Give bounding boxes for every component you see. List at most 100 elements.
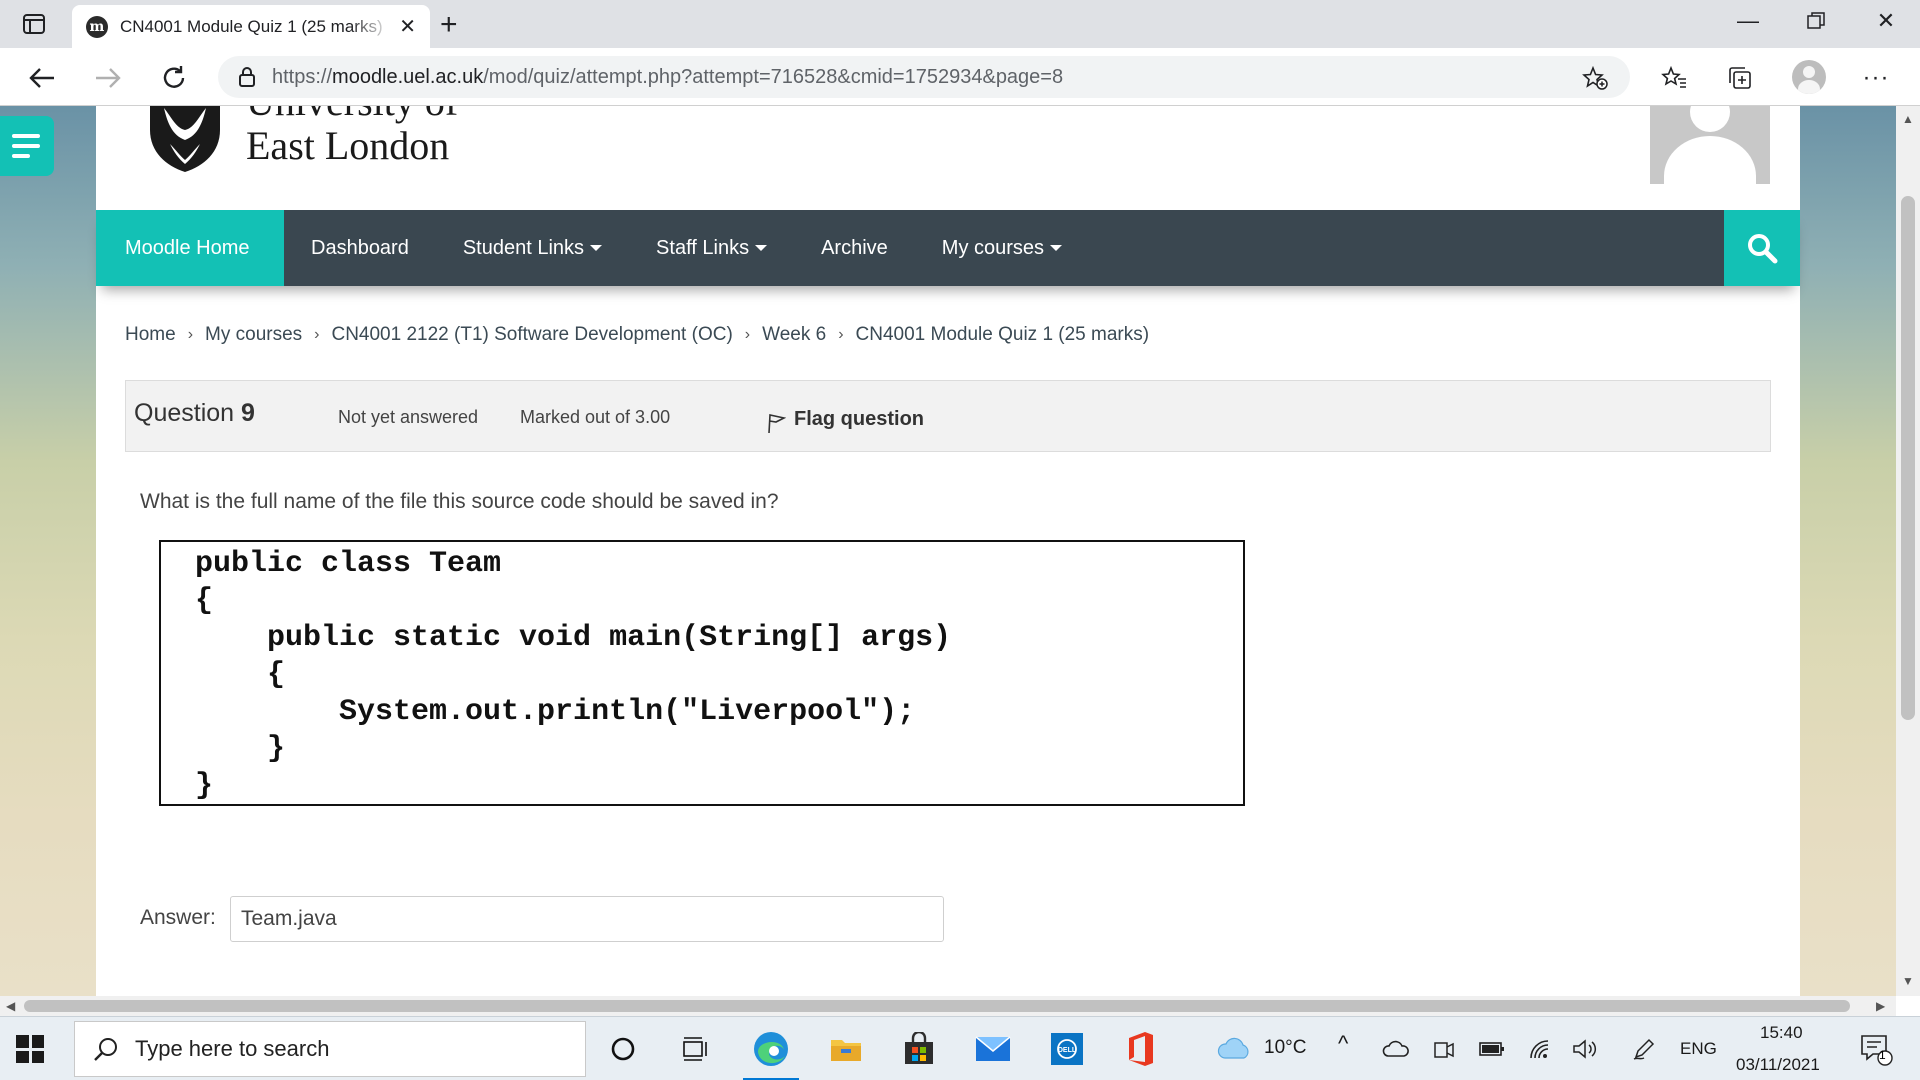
collections-icon[interactable] [1724, 62, 1756, 94]
mail-icon[interactable] [973, 1029, 1013, 1069]
code-line: } [195, 732, 286, 766]
browser-toolbar: https://moodle.uel.ac.uk/mod/quiz/attemp… [0, 48, 1920, 106]
url-path: /mod/quiz/attempt.php?attempt=716528&cmi… [483, 65, 1064, 88]
horizontal-scroll-thumb[interactable] [24, 1000, 1850, 1012]
lock-icon[interactable] [238, 66, 256, 88]
refresh-icon[interactable] [156, 60, 192, 96]
logo-line-2: East London [246, 123, 450, 168]
clock-date[interactable]: 03/11/2021 [1736, 1055, 1820, 1075]
nav-item-dashboard[interactable]: Dashboard [284, 210, 436, 286]
horizontal-scrollbar[interactable]: ◀ ▶ [0, 996, 1896, 1016]
office-icon[interactable] [1120, 1029, 1160, 1069]
browser-tab-bar: m CN4001 Module Quiz 1 (25 marks) ✕ + — … [0, 0, 1920, 48]
profile-avatar[interactable] [1792, 60, 1826, 94]
dell-app-icon[interactable]: DELL [1047, 1029, 1087, 1069]
pen-workspace-icon[interactable] [1624, 1029, 1664, 1069]
nav-label: Student Links [462, 236, 585, 259]
nav-item-student-links[interactable]: Student Links [436, 210, 629, 286]
forward-arrow-icon[interactable] [90, 60, 126, 96]
clock-time[interactable]: 15:40 [1760, 1023, 1803, 1043]
chevron-right-icon: › [744, 326, 751, 343]
caret-down-icon [590, 245, 603, 251]
menu-line-icon [12, 134, 40, 138]
flag-icon [768, 414, 786, 434]
volume-icon[interactable] [1566, 1029, 1606, 1069]
code-line: public class Team [195, 547, 502, 581]
onedrive-icon[interactable] [1376, 1029, 1416, 1069]
taskbar-search-placeholder: Type here to search [135, 1036, 330, 1061]
question-number-value: 9 [241, 399, 255, 427]
minimize-icon[interactable]: — [1728, 8, 1768, 34]
add-favorite-icon[interactable] [1582, 66, 1608, 90]
meet-now-icon[interactable] [1424, 1029, 1464, 1069]
nav-item-staff-links[interactable]: Staff Links [629, 210, 794, 286]
logo-text: University of East London [246, 106, 458, 168]
scroll-down-icon[interactable]: ▼ [1902, 974, 1914, 988]
nav-item-archive[interactable]: Archive [794, 210, 915, 286]
file-explorer-icon[interactable] [826, 1029, 866, 1069]
question-info-panel: Question 9 Not yet answered Marked out o… [125, 380, 1771, 452]
uel-logo[interactable]: University of East London [146, 106, 476, 176]
cortana-icon[interactable] [603, 1029, 643, 1069]
back-arrow-icon[interactable] [24, 60, 60, 96]
code-line: { [195, 658, 286, 692]
nav-label: Dashboard [311, 236, 409, 259]
taskbar-search-box[interactable]: Type here to search [74, 1021, 586, 1077]
breadcrumb-home[interactable]: Home [125, 324, 176, 346]
breadcrumb-quiz[interactable]: CN4001 Module Quiz 1 (25 marks) [856, 324, 1150, 346]
weather-cloud-icon[interactable] [1214, 1029, 1254, 1069]
language-indicator[interactable]: ENG [1680, 1039, 1717, 1059]
more-options-icon[interactable]: ··· [1860, 62, 1892, 94]
breadcrumb-my-courses[interactable]: My courses [205, 324, 302, 346]
notifications-icon[interactable]: 1 [1856, 1029, 1896, 1069]
tab-actions-button[interactable] [18, 10, 50, 38]
edge-browser-icon[interactable] [743, 1029, 799, 1080]
show-hidden-icons-chevron-icon[interactable]: ^ [1338, 1031, 1348, 1057]
caret-down-icon [1050, 245, 1063, 251]
vertical-scroll-thumb[interactable] [1901, 196, 1915, 720]
code-line: } [195, 769, 214, 803]
nav-label: Moodle Home [125, 236, 250, 259]
scroll-left-icon[interactable]: ◀ [6, 999, 15, 1013]
svg-text:DELL: DELL [1058, 1047, 1077, 1054]
flag-question-button[interactable]: Flag question [766, 404, 924, 434]
nav-label: My courses [941, 236, 1045, 259]
nav-item-moodle-home[interactable]: Moodle Home [96, 210, 284, 286]
wifi-icon[interactable] [1520, 1029, 1560, 1069]
address-bar[interactable]: https://moodle.uel.ac.uk/mod/quiz/attemp… [218, 56, 1630, 98]
restore-icon[interactable] [1796, 10, 1836, 36]
tab-close-icon[interactable]: ✕ [399, 14, 416, 39]
scroll-up-icon[interactable]: ▲ [1902, 112, 1914, 126]
code-line: System.out.println("Liverpool"); [195, 695, 916, 729]
nav-label: Staff Links [656, 236, 750, 259]
search-icon [1748, 234, 1778, 264]
breadcrumb-course[interactable]: CN4001 2122 (T1) Software Development (O… [331, 324, 732, 346]
windows-start-icon[interactable] [16, 1035, 44, 1063]
scroll-right-icon[interactable]: ▶ [1876, 999, 1885, 1013]
page-content: University of East London Moodle Home Da… [96, 106, 1800, 996]
weather-temperature[interactable]: 10°C [1264, 1037, 1306, 1059]
search-button[interactable] [1724, 210, 1800, 286]
site-header: University of East London [96, 106, 1800, 210]
question-state: Not yet answered [338, 407, 479, 427]
url-scheme: https:// [272, 65, 333, 88]
browser-tab-active[interactable]: m CN4001 Module Quiz 1 (25 marks) ✕ [72, 5, 430, 48]
vertical-scrollbar[interactable]: ▲ ▼ [1896, 106, 1920, 996]
drawer-toggle-button[interactable] [0, 116, 54, 176]
logo-line-1: University of [246, 106, 458, 124]
notification-count: 1 [1879, 1048, 1886, 1062]
nav-item-my-courses[interactable]: My courses [915, 210, 1089, 286]
menu-line-icon [12, 144, 40, 148]
answer-input[interactable] [230, 896, 944, 942]
close-window-icon[interactable]: ✕ [1866, 8, 1906, 34]
task-view-icon[interactable] [675, 1029, 715, 1069]
user-avatar[interactable] [1650, 106, 1770, 184]
battery-icon[interactable] [1472, 1029, 1512, 1069]
new-tab-icon[interactable]: + [440, 8, 458, 42]
breadcrumb-week[interactable]: Week 6 [762, 324, 826, 346]
favorites-icon[interactable] [1658, 62, 1690, 94]
code-image: public class Team { public static void m… [159, 540, 1245, 806]
microsoft-store-icon[interactable] [899, 1029, 939, 1069]
windows-taskbar: Type here to search DELL 10°C ^ ENG 15:4… [0, 1016, 1920, 1080]
url-text: https://moodle.uel.ac.uk/mod/quiz/attemp… [272, 66, 1063, 89]
